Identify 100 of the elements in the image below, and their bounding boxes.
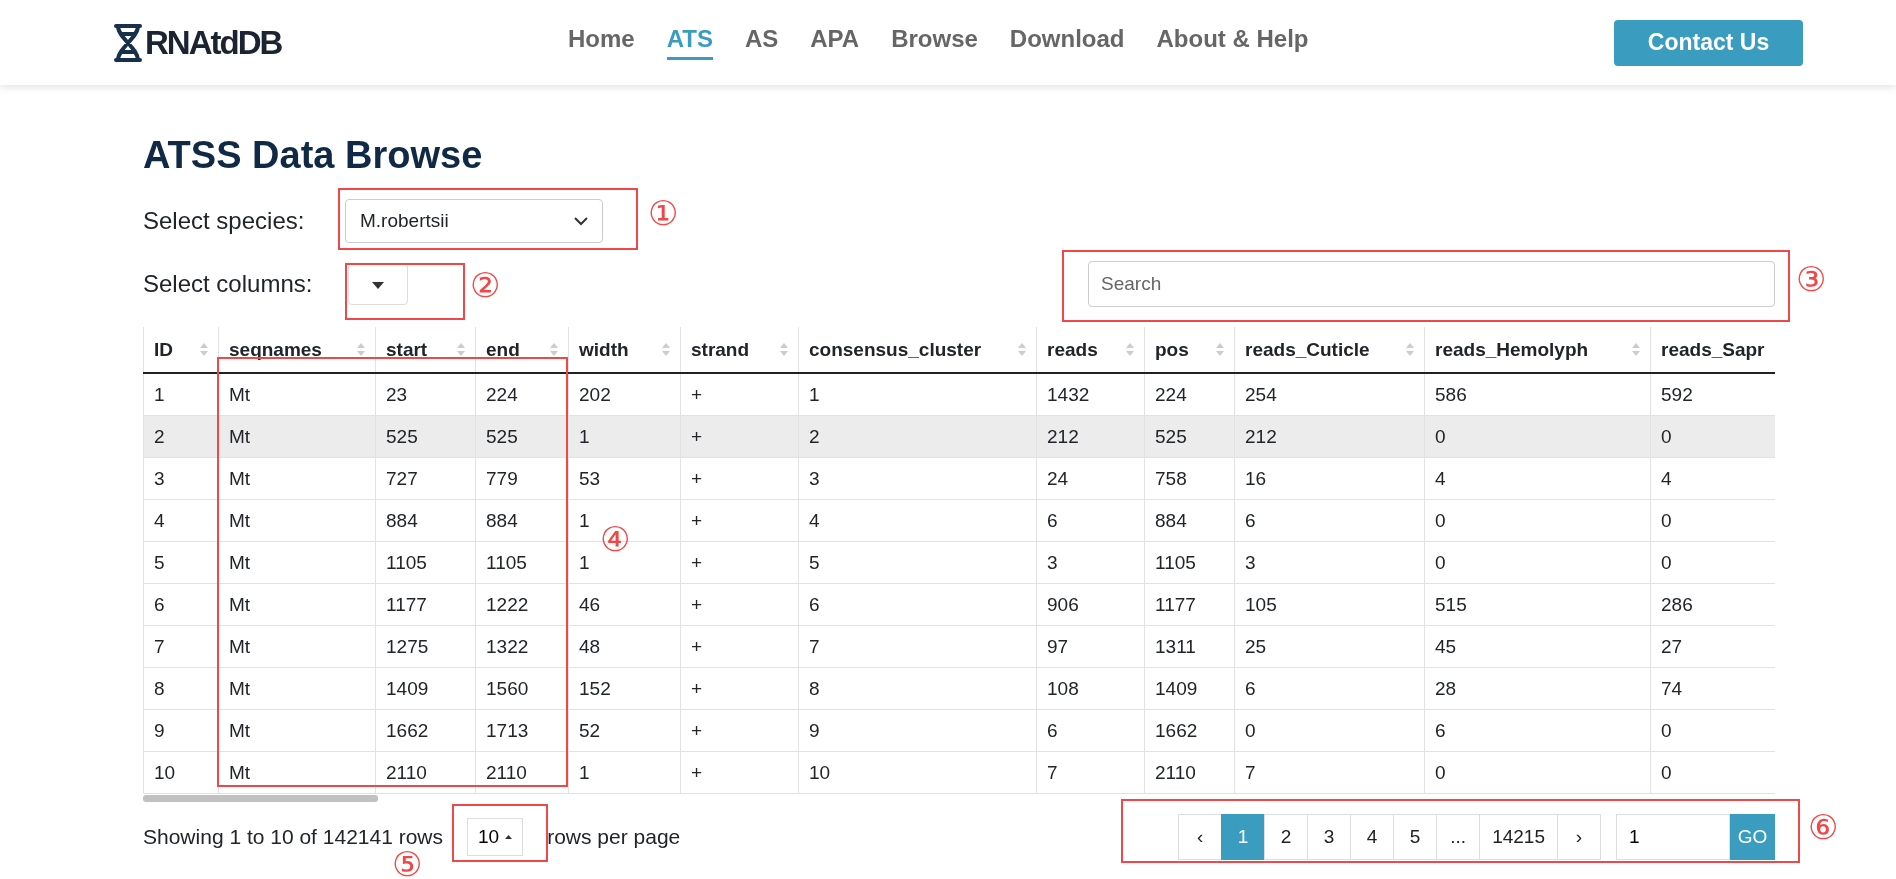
column-header[interactable]: ID	[143, 327, 219, 373]
sort-icon	[457, 343, 465, 356]
table-cell: Mt	[218, 751, 376, 794]
table-cell: 224	[475, 373, 569, 416]
table-cell: 3	[1234, 541, 1425, 584]
column-header[interactable]: consensus_cluster	[798, 327, 1037, 373]
table-cell: 1322	[475, 625, 569, 668]
table-cell: 1222	[475, 583, 569, 626]
table-cell: 97	[1036, 625, 1145, 668]
nav-link[interactable]: Browse	[891, 25, 978, 60]
column-header[interactable]: pos	[1144, 327, 1235, 373]
table-cell: +	[680, 625, 799, 668]
table-cell: 212	[1234, 415, 1425, 458]
column-header[interactable]: start	[375, 327, 476, 373]
table-cell: 53	[568, 457, 681, 500]
table-cell: 727	[375, 457, 476, 500]
table-cell: 24	[1036, 457, 1145, 500]
table-cell: 1105	[1144, 541, 1235, 584]
table-cell: 1311	[1144, 625, 1235, 668]
table-cell: +	[680, 751, 799, 794]
nav-link[interactable]: About & Help	[1156, 25, 1309, 60]
caret-up-icon	[505, 835, 513, 839]
table-cell: +	[680, 415, 799, 458]
table-cell: 0	[1650, 415, 1775, 458]
table-cell: 0	[1424, 415, 1651, 458]
page-button[interactable]: 4	[1350, 814, 1395, 860]
table-cell: 1	[143, 373, 219, 416]
table-cell: 9	[143, 709, 219, 752]
page-button[interactable]: 14215	[1479, 814, 1558, 860]
table-cell: 515	[1424, 583, 1651, 626]
site-logo-text[interactable]: RNAtdDB	[145, 23, 282, 62]
table-cell: 1177	[1144, 583, 1235, 626]
column-header[interactable]: reads_Cuticle	[1234, 327, 1425, 373]
nav-link[interactable]: Home	[568, 25, 635, 60]
annotation-number: ①	[648, 196, 679, 230]
table-cell: 16	[1234, 457, 1425, 500]
table-cell: 3	[1036, 541, 1145, 584]
table-cell: 2	[143, 415, 219, 458]
table-cell: 1409	[1144, 667, 1235, 710]
table-cell: 108	[1036, 667, 1145, 710]
table-cell: +	[680, 457, 799, 500]
table-cell: 48	[568, 625, 681, 668]
table-cell: 105	[1234, 583, 1425, 626]
table-cell: 2110	[475, 751, 569, 794]
table-cell: 884	[475, 499, 569, 542]
table-cell: 1560	[475, 667, 569, 710]
column-header[interactable]: strand	[680, 327, 799, 373]
table-cell: 6	[1424, 709, 1651, 752]
nav-link[interactable]: AS	[744, 25, 779, 60]
table-cell: 7	[143, 625, 219, 668]
species-select[interactable]: M.robertsii	[345, 199, 603, 243]
column-header[interactable]: end	[475, 327, 569, 373]
table-cell: Mt	[218, 625, 376, 668]
table-cell: 1105	[475, 541, 569, 584]
table-cell: +	[680, 667, 799, 710]
table-cell: 6	[1036, 499, 1145, 542]
table-cell: 224	[1144, 373, 1235, 416]
columns-dropdown-button[interactable]	[348, 263, 408, 305]
table-cell: 586	[1424, 373, 1651, 416]
table-cell: 6	[1234, 667, 1425, 710]
sort-icon	[1216, 343, 1224, 356]
table-cell: 4	[798, 499, 1037, 542]
table-cell: 6	[143, 583, 219, 626]
nav-link[interactable]: APA	[810, 25, 860, 60]
page-button[interactable]: ...	[1436, 814, 1481, 860]
table-cell: 3	[143, 457, 219, 500]
next-page-button[interactable]: ›	[1557, 814, 1601, 860]
table-cell: +	[680, 709, 799, 752]
nav-link[interactable]: Download	[1009, 25, 1125, 60]
chevron-down-icon	[574, 216, 588, 226]
table-cell: 2110	[1144, 751, 1235, 794]
page-button[interactable]: 3	[1307, 814, 1352, 860]
table-cell: 884	[1144, 499, 1235, 542]
table-cell: 1432	[1036, 373, 1145, 416]
page-number-field[interactable]: 1	[1616, 814, 1730, 860]
column-header[interactable]: seqnames	[218, 327, 376, 373]
previous-page-button[interactable]: ‹	[1178, 814, 1223, 860]
horizontal-scrollbar[interactable]	[143, 795, 378, 802]
page-size-dropdown[interactable]: 10	[467, 818, 524, 856]
dna-helix-icon	[113, 23, 143, 62]
table-cell: 2	[798, 415, 1037, 458]
table-cell: 779	[475, 457, 569, 500]
table-cell: 0	[1424, 541, 1651, 584]
column-header[interactable]: width	[568, 327, 681, 373]
table-cell: 25	[1234, 625, 1425, 668]
sort-icon	[357, 343, 365, 356]
table-cell: 23	[375, 373, 476, 416]
table-cell: Mt	[218, 709, 376, 752]
table-cell: 525	[375, 415, 476, 458]
table-cell: Mt	[218, 499, 376, 542]
column-header[interactable]: reads	[1036, 327, 1145, 373]
table-cell: 6	[1036, 709, 1145, 752]
page-button[interactable]: 2	[1264, 814, 1309, 860]
column-header[interactable]: reads_Hemolyph	[1424, 327, 1651, 373]
table-cell: 5	[798, 541, 1037, 584]
page-title: ATSS Data Browse	[143, 133, 484, 177]
page-button[interactable]: 5	[1393, 814, 1438, 860]
table-cell: 8	[143, 667, 219, 710]
search-field[interactable]: Search	[1088, 261, 1775, 307]
table-cell: 1	[798, 373, 1037, 416]
